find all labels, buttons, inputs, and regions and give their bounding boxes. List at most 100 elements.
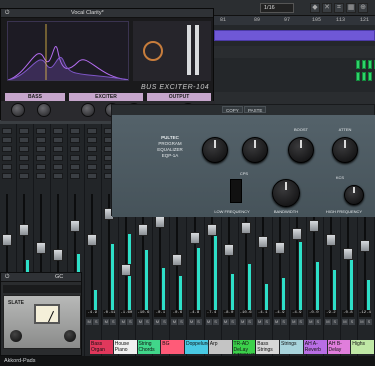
insert-slot[interactable] [19, 173, 30, 179]
grid-icon[interactable]: ▦ [346, 3, 356, 13]
channel-name-label[interactable]: String Chords [137, 340, 161, 354]
insert-slot[interactable] [36, 155, 47, 161]
midi-clip[interactable] [356, 60, 360, 69]
channel-name-label[interactable]: Bass Strings [256, 340, 279, 354]
solo-button[interactable]: S [246, 319, 253, 325]
track-lane[interactable] [214, 46, 375, 58]
solo-button[interactable]: S [161, 319, 168, 325]
volume-fader[interactable] [172, 254, 183, 266]
insert-slot[interactable] [2, 164, 12, 170]
solo-button[interactable]: S [127, 319, 134, 325]
midi-clip[interactable] [356, 72, 360, 81]
insert-slot[interactable] [36, 173, 47, 179]
tool-icon[interactable]: ◆ [310, 3, 320, 13]
insert-slot[interactable] [2, 137, 12, 143]
solo-button[interactable]: S [280, 319, 287, 325]
insert-slot[interactable] [53, 173, 64, 179]
insert-slot[interactable] [70, 146, 81, 152]
insert-slot[interactable] [87, 128, 98, 134]
insert-slot[interactable] [19, 137, 30, 143]
insert-slot[interactable] [70, 164, 81, 170]
mute-button[interactable]: M [103, 319, 110, 325]
channel-name-label[interactable]: AH B-Delay [327, 340, 351, 354]
insert-slot[interactable] [53, 137, 64, 143]
paste-button[interactable]: PASTE [244, 106, 267, 113]
bass-mix-knob[interactable] [37, 103, 51, 117]
high-boost-knob[interactable] [288, 137, 314, 163]
mute-button[interactable]: M [222, 319, 229, 325]
insert-slot[interactable] [87, 173, 98, 179]
power-icon[interactable]: ⏻ [5, 273, 9, 282]
volume-fader[interactable] [87, 234, 98, 246]
timeline-ruler[interactable]: 81 89 97 105 113 121 [214, 16, 375, 25]
volume-fader[interactable] [53, 249, 64, 261]
volume-fader[interactable] [138, 224, 149, 236]
volume-fader[interactable] [155, 216, 166, 228]
insert-slot[interactable] [87, 164, 98, 170]
insert-slot[interactable] [53, 128, 64, 134]
insert-slot[interactable] [53, 155, 64, 161]
channel-name-label[interactable]: BG [161, 340, 184, 354]
position-display[interactable]: 1/16 [260, 3, 294, 13]
volume-fader[interactable] [291, 228, 302, 240]
insert-slot[interactable] [19, 128, 30, 134]
solo-button[interactable]: S [331, 319, 338, 325]
channel-name-label[interactable]: TR-AD DeLay ETERNITY [232, 340, 256, 354]
insert-slot[interactable] [2, 155, 12, 161]
arrange-area[interactable]: 81 89 97 105 113 121 [214, 16, 375, 92]
insert-slot[interactable] [2, 173, 12, 179]
volume-fader[interactable] [2, 234, 12, 246]
volume-fader[interactable] [36, 242, 47, 254]
insert-slot[interactable] [70, 128, 81, 134]
channel-name-label[interactable]: Arp [208, 340, 232, 354]
channel-name-label[interactable]: Highs [351, 340, 374, 354]
mute-button[interactable]: M [341, 319, 348, 325]
mute-button[interactable]: M [171, 319, 178, 325]
channel-name-label[interactable]: Bass Organ [90, 340, 113, 354]
solo-button[interactable]: S [263, 319, 270, 325]
insert-slot[interactable] [36, 146, 47, 152]
insert-slot[interactable] [2, 146, 12, 152]
solo-button[interactable]: S [348, 319, 355, 325]
volume-fader[interactable] [359, 240, 370, 252]
solo-button[interactable]: S [144, 319, 151, 325]
audio-clip[interactable] [214, 30, 375, 41]
solo-button[interactable]: S [365, 319, 372, 325]
insert-slot[interactable] [19, 155, 30, 161]
insert-slot[interactable] [19, 146, 30, 152]
mute-button[interactable]: M [154, 319, 161, 325]
midi-clip[interactable] [362, 60, 366, 69]
mute-button[interactable]: M [358, 319, 365, 325]
high-frequency-knob[interactable] [344, 185, 364, 205]
close-icon[interactable]: ✕ [322, 3, 332, 13]
mute-button[interactable]: M [273, 319, 280, 325]
volume-fader[interactable] [257, 236, 268, 248]
solo-button[interactable]: S [110, 319, 117, 325]
midi-clip[interactable] [368, 72, 372, 81]
preset-name[interactable]: GC [55, 273, 63, 282]
solo-button[interactable]: S [178, 319, 185, 325]
low-atten-knob[interactable] [242, 137, 268, 163]
insert-slot[interactable] [36, 164, 47, 170]
mute-button[interactable]: M [307, 319, 314, 325]
volume-fader[interactable] [240, 222, 251, 234]
insert-slot[interactable] [53, 146, 64, 152]
insert-slot[interactable] [70, 173, 81, 179]
volume-fader[interactable] [325, 234, 336, 246]
insert-slot[interactable] [87, 155, 98, 161]
solo-button[interactable]: S [212, 319, 219, 325]
bandwidth-knob[interactable] [272, 179, 300, 207]
volume-fader[interactable] [223, 244, 234, 256]
plugin-title-bar[interactable]: ⏻ Vocal Clarity* [1, 9, 213, 18]
solo-button[interactable]: S [229, 319, 236, 325]
solo-button[interactable]: S [93, 319, 100, 325]
insert-slot[interactable] [53, 164, 64, 170]
insert-slot[interactable] [70, 137, 81, 143]
insert-slot[interactable] [19, 164, 30, 170]
volume-fader[interactable] [274, 242, 285, 254]
input-knob[interactable] [10, 330, 22, 342]
volume-fader[interactable] [70, 220, 81, 232]
mute-button[interactable]: M [256, 319, 263, 325]
midi-clip[interactable] [362, 72, 366, 81]
volume-fader[interactable] [308, 220, 319, 232]
